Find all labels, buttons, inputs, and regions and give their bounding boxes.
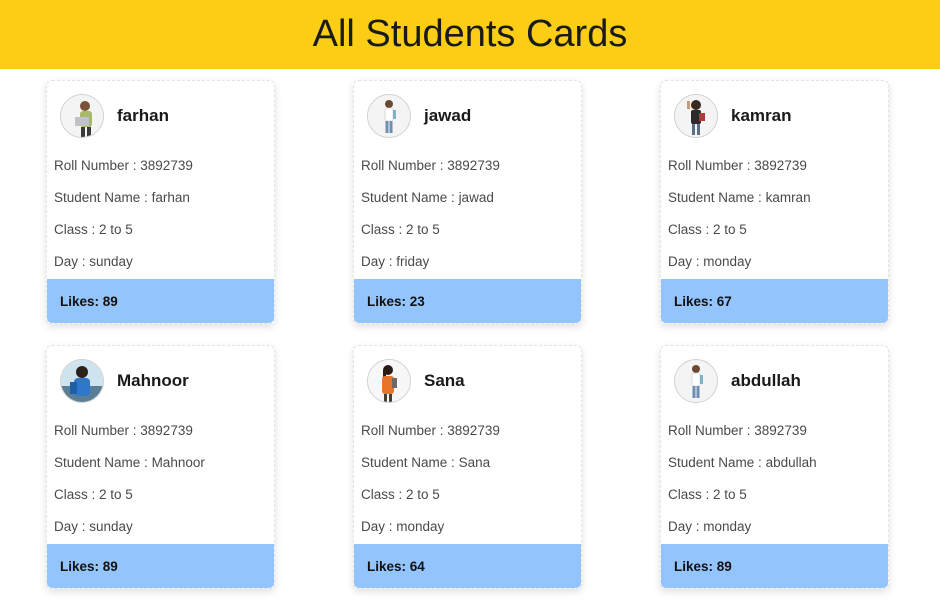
student-name-heading: Mahnoor bbox=[117, 371, 189, 390]
roll-number-line: Roll Number : 3892739 bbox=[361, 423, 500, 438]
roll-number-line: Roll Number : 3892739 bbox=[668, 423, 807, 438]
student-name-value: farhan bbox=[151, 190, 190, 205]
student-name-value: kamran bbox=[765, 190, 811, 205]
day-value: friday bbox=[396, 254, 430, 269]
day-line: Day : sunday bbox=[54, 254, 133, 269]
student-name-line: Student Name : abdullah bbox=[668, 455, 817, 470]
class-line: Class : 2 to 5 bbox=[361, 487, 440, 502]
student-name-line: Student Name : Mahnoor bbox=[54, 455, 205, 470]
roll-number-value: 3892739 bbox=[140, 423, 193, 438]
student-name-heading: kamran bbox=[731, 106, 792, 125]
likes-bar: Likes: 89 bbox=[47, 544, 274, 588]
likes-value: 67 bbox=[716, 293, 732, 309]
roll-number-value: 3892739 bbox=[140, 158, 193, 173]
class-value: 2 to 5 bbox=[406, 487, 440, 502]
card-header: jawad bbox=[367, 93, 471, 139]
page-title: All Students Cards bbox=[312, 13, 628, 55]
class-value: 2 to 5 bbox=[713, 487, 747, 502]
student-card: jawad Roll Number : 3892739 Student Name… bbox=[353, 80, 582, 324]
roll-number-line: Roll Number : 3892739 bbox=[668, 158, 807, 173]
likes-value: 89 bbox=[102, 293, 118, 309]
class-value: 2 to 5 bbox=[99, 222, 133, 237]
likes-bar: Likes: 64 bbox=[354, 544, 581, 588]
student-name-value: jawad bbox=[458, 190, 494, 205]
day-line: Day : friday bbox=[361, 254, 430, 269]
likes-text: Likes: 89 bbox=[60, 293, 118, 309]
student-name-heading: jawad bbox=[424, 106, 472, 125]
student-card: kamran Roll Number : 3892739 Student Nam… bbox=[660, 80, 889, 324]
class-line: Class : 2 to 5 bbox=[668, 222, 747, 237]
student-name-heading: Sana bbox=[424, 371, 465, 390]
student-card: abdullah Roll Number : 3892739 Student N… bbox=[660, 345, 889, 589]
likes-value: 89 bbox=[102, 558, 118, 574]
day-line: Day : monday bbox=[668, 519, 752, 534]
likes-text: Likes: 89 bbox=[674, 558, 732, 574]
day-line: Day : monday bbox=[361, 519, 445, 534]
roll-number-line: Roll Number : 3892739 bbox=[54, 423, 193, 438]
day-value: sunday bbox=[89, 519, 133, 534]
student-name-value: Sana bbox=[458, 455, 491, 470]
student-name-value: Mahnoor bbox=[151, 455, 205, 470]
likes-bar: Likes: 89 bbox=[47, 279, 274, 323]
likes-bar: Likes: 67 bbox=[661, 279, 888, 323]
card-header: kamran bbox=[674, 93, 791, 139]
class-value: 2 to 5 bbox=[713, 222, 747, 237]
day-line: Day : sunday bbox=[54, 519, 133, 534]
day-value: monday bbox=[703, 519, 752, 534]
student-card: Mahnoor Roll Number : 3892739 Student Na… bbox=[46, 345, 275, 589]
student-card: farhan Roll Number : 3892739 Student Nam… bbox=[46, 80, 275, 324]
student-card: Sana Roll Number : 3892739 Student Name … bbox=[353, 345, 582, 589]
roll-number-value: 3892739 bbox=[447, 158, 500, 173]
student-girl-orange-photo bbox=[367, 359, 411, 403]
day-value: sunday bbox=[89, 254, 133, 269]
student-girl-blue-photo bbox=[60, 359, 104, 403]
likes-text: Likes: 23 bbox=[367, 293, 425, 309]
roll-number-line: Roll Number : 3892739 bbox=[54, 158, 193, 173]
roll-number-value: 3892739 bbox=[754, 158, 807, 173]
card-header: abdullah bbox=[674, 358, 801, 404]
likes-value: 64 bbox=[409, 558, 425, 574]
likes-text: Likes: 64 bbox=[367, 558, 425, 574]
day-line: Day : monday bbox=[668, 254, 752, 269]
roll-number-line: Roll Number : 3892739 bbox=[361, 158, 500, 173]
likes-value: 89 bbox=[716, 558, 732, 574]
student-standing-photo bbox=[674, 359, 718, 403]
likes-text: Likes: 67 bbox=[674, 293, 732, 309]
card-header: Mahnoor bbox=[60, 358, 189, 404]
likes-value: 23 bbox=[409, 293, 425, 309]
student-name-line: Student Name : farhan bbox=[54, 190, 190, 205]
student-name-line: Student Name : kamran bbox=[668, 190, 811, 205]
class-line: Class : 2 to 5 bbox=[54, 487, 133, 502]
student-name-line: Student Name : Sana bbox=[361, 455, 491, 470]
student-name-line: Student Name : jawad bbox=[361, 190, 494, 205]
day-value: monday bbox=[396, 519, 445, 534]
student-standing-photo bbox=[367, 94, 411, 138]
student-with-laptop-photo bbox=[60, 94, 104, 138]
day-value: monday bbox=[703, 254, 752, 269]
class-line: Class : 2 to 5 bbox=[361, 222, 440, 237]
likes-bar: Likes: 23 bbox=[354, 279, 581, 323]
student-thumbs-up-photo bbox=[674, 94, 718, 138]
roll-number-value: 3892739 bbox=[754, 423, 807, 438]
class-value: 2 to 5 bbox=[406, 222, 440, 237]
class-line: Class : 2 to 5 bbox=[54, 222, 133, 237]
student-name-heading: abdullah bbox=[731, 371, 801, 390]
card-header: farhan bbox=[60, 93, 169, 139]
class-line: Class : 2 to 5 bbox=[668, 487, 747, 502]
page-header: All Students Cards bbox=[0, 0, 940, 69]
likes-text: Likes: 89 bbox=[60, 558, 118, 574]
student-name-heading: farhan bbox=[117, 106, 169, 125]
student-name-value: abdullah bbox=[765, 455, 817, 470]
class-value: 2 to 5 bbox=[99, 487, 133, 502]
roll-number-value: 3892739 bbox=[447, 423, 500, 438]
card-header: Sana bbox=[367, 358, 465, 404]
likes-bar: Likes: 89 bbox=[661, 544, 888, 588]
